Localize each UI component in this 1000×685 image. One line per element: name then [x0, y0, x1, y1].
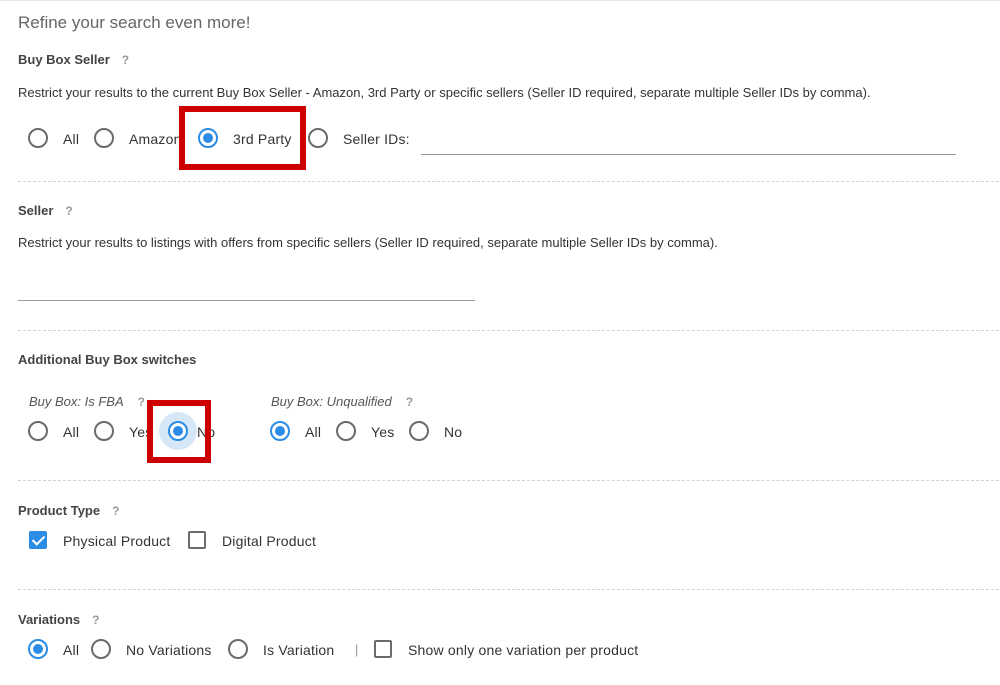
is-fba-no-radio[interactable]	[168, 421, 188, 441]
buy-box-seller-help-icon[interactable]: ?	[122, 53, 129, 67]
variations-separator: |	[355, 642, 359, 657]
one-variation-per-product-checkbox[interactable]	[374, 640, 392, 658]
product-type-help-icon[interactable]: ?	[112, 504, 119, 518]
buy-box-seller-seller-ids-radio[interactable]	[308, 128, 328, 148]
seller-title-text: Seller	[18, 203, 54, 218]
variations-all-label[interactable]: All	[63, 641, 79, 659]
digital-product-checkbox[interactable]	[188, 531, 206, 549]
buy-box-seller-3rd-party-label[interactable]: 3rd Party	[233, 130, 292, 148]
page-heading: Refine your search even more!	[18, 13, 251, 32]
section-divider	[18, 330, 999, 331]
section-divider	[18, 181, 999, 182]
variations-help-icon[interactable]: ?	[92, 613, 99, 627]
variations-title: Variations?	[18, 612, 99, 627]
variations-is-variation-radio[interactable]	[228, 639, 248, 659]
section-divider	[18, 480, 999, 481]
buy-box-seller-seller-ids-label[interactable]: Seller IDs:	[343, 130, 410, 148]
variations-no-variations-radio[interactable]	[91, 639, 111, 659]
seller-input[interactable]	[18, 278, 475, 301]
unqualified-no-radio[interactable]	[409, 421, 429, 441]
digital-product-label[interactable]: Digital Product	[222, 532, 316, 550]
seller-help-icon[interactable]: ?	[65, 204, 72, 218]
seller-title: Seller?	[18, 203, 73, 218]
buy-box-seller-all-label[interactable]: All	[63, 130, 79, 148]
buy-box-seller-amazon-radio[interactable]	[94, 128, 114, 148]
is-fba-yes-radio[interactable]	[94, 421, 114, 441]
buy-box-seller-3rd-party-radio[interactable]	[198, 128, 218, 148]
product-type-title-text: Product Type	[18, 503, 101, 518]
physical-product-label[interactable]: Physical Product	[63, 532, 170, 550]
is-fba-no-label[interactable]: No	[197, 423, 215, 441]
unqualified-help-icon[interactable]: ?	[406, 395, 413, 409]
top-border	[0, 0, 1000, 1]
buy-box-seller-description: Restrict your results to the current Buy…	[18, 85, 871, 100]
unqualified-title-text: Buy Box: Unqualified	[271, 394, 392, 409]
section-divider	[18, 589, 999, 590]
physical-product-checkbox[interactable]	[29, 531, 47, 549]
unqualified-yes-label[interactable]: Yes	[371, 423, 394, 441]
is-fba-title-text: Buy Box: Is FBA	[29, 394, 124, 409]
is-fba-all-label[interactable]: All	[63, 423, 79, 441]
unqualified-all-label[interactable]: All	[305, 423, 321, 441]
buy-box-seller-all-radio[interactable]	[28, 128, 48, 148]
is-fba-yes-label[interactable]: Yes	[129, 423, 152, 441]
is-fba-title: Buy Box: Is FBA?	[29, 394, 145, 409]
variations-all-radio[interactable]	[28, 639, 48, 659]
buy-box-seller-title: Buy Box Seller?	[18, 52, 129, 67]
seller-ids-input[interactable]	[421, 132, 956, 155]
additional-switches-title: Additional Buy Box switches	[18, 352, 197, 367]
unqualified-yes-radio[interactable]	[336, 421, 356, 441]
is-fba-help-icon[interactable]: ?	[138, 395, 145, 409]
one-variation-per-product-label[interactable]: Show only one variation per product	[408, 641, 638, 659]
unqualified-title: Buy Box: Unqualified?	[271, 394, 413, 409]
unqualified-all-radio[interactable]	[270, 421, 290, 441]
product-type-title: Product Type?	[18, 503, 119, 518]
is-fba-all-radio[interactable]	[28, 421, 48, 441]
variations-is-variation-label[interactable]: Is Variation	[263, 641, 334, 659]
buy-box-seller-amazon-label[interactable]: Amazon	[129, 130, 181, 148]
variations-title-text: Variations	[18, 612, 81, 627]
seller-description: Restrict your results to listings with o…	[18, 235, 718, 250]
buy-box-seller-title-text: Buy Box Seller	[18, 52, 110, 67]
unqualified-no-label[interactable]: No	[444, 423, 462, 441]
variations-no-variations-label[interactable]: No Variations	[126, 641, 212, 659]
